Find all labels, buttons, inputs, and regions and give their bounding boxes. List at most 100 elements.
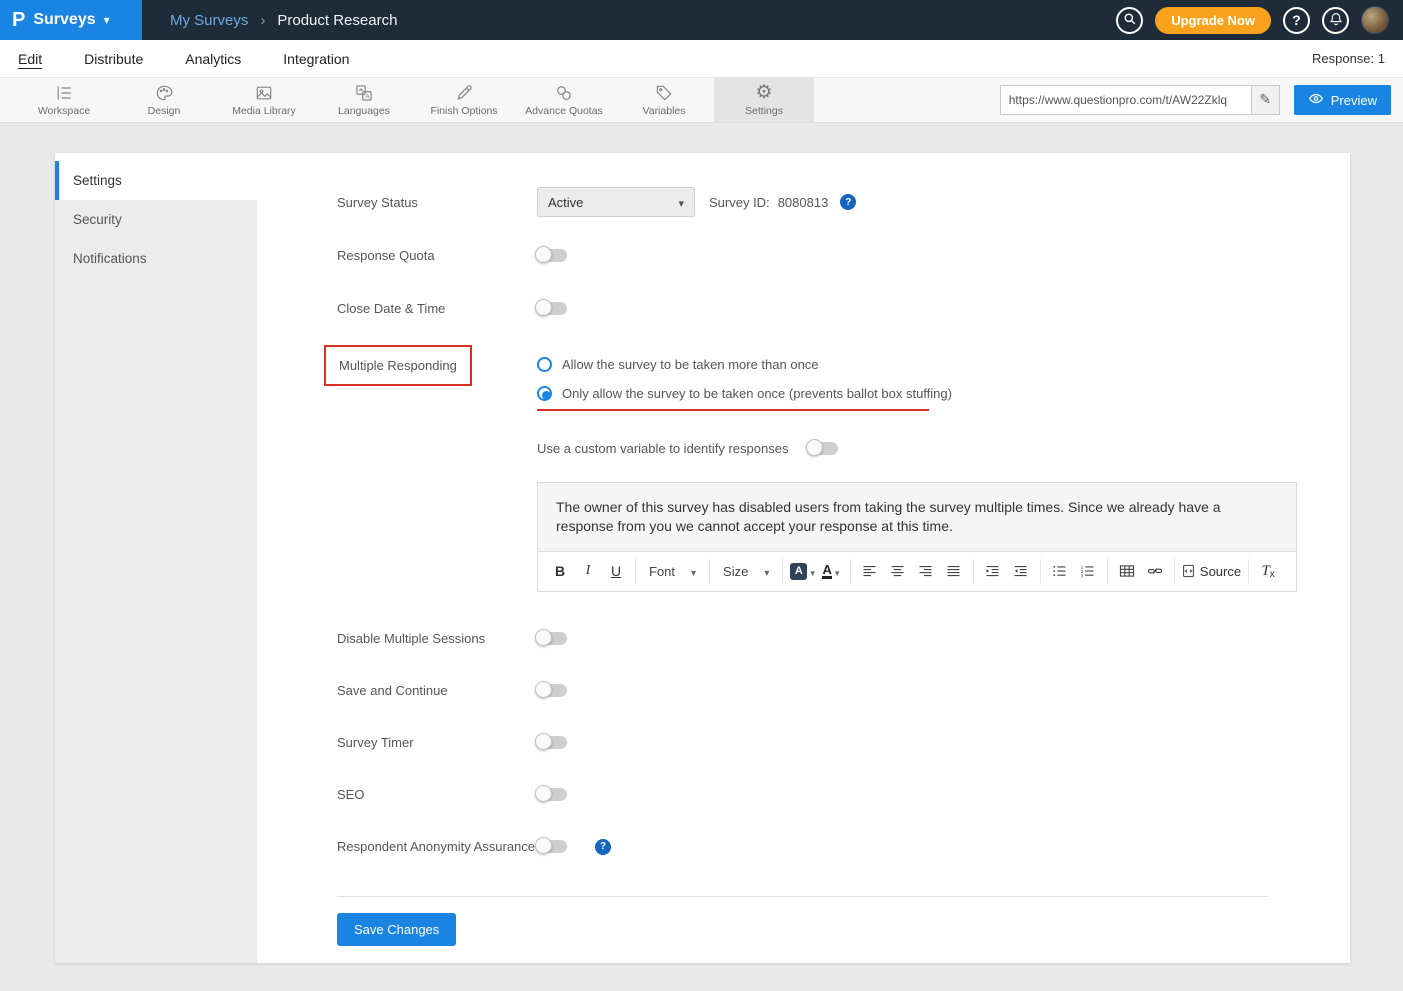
align-left-icon (862, 564, 877, 578)
seo-row: SEO (337, 780, 1350, 810)
toolbar-item-variables[interactable]: Variables (614, 78, 714, 122)
multiple-responding-label: Multiple Responding (339, 358, 457, 373)
survey-id-help-icon[interactable]: ? (840, 194, 856, 210)
upgrade-now-button[interactable]: Upgrade Now (1155, 7, 1271, 34)
notifications-button[interactable] (1322, 7, 1349, 34)
align-center-button[interactable] (886, 558, 910, 584)
toolbar-item-workspace[interactable]: Workspace (14, 78, 114, 122)
outdent-button[interactable] (1009, 558, 1033, 584)
insert-link-button[interactable] (1143, 558, 1167, 584)
numbered-list-button[interactable]: 123 (1076, 558, 1100, 584)
breadcrumb-separator-icon: › (260, 12, 265, 29)
align-right-button[interactable] (914, 558, 938, 584)
workspace-icon (53, 83, 75, 103)
anonymity-row: Respondent Anonymity Assurance ? (337, 832, 1350, 862)
survey-timer-row: Survey Timer (337, 728, 1350, 758)
survey-timer-label: Survey Timer (337, 735, 537, 750)
media-library-icon (253, 83, 275, 103)
save-changes-button[interactable]: Save Changes (337, 913, 456, 946)
toolbar-separator (635, 559, 636, 583)
edit-toolbar: Workspace Design Media Library A Languag… (0, 78, 1403, 123)
chevron-down-icon (691, 564, 696, 579)
font-dropdown[interactable]: Font (641, 564, 704, 579)
custom-variable-row: Use a custom variable to identify respon… (537, 441, 1350, 456)
indent-icon (985, 564, 1000, 578)
toggle-knob (535, 837, 552, 854)
link-icon (1147, 564, 1163, 578)
align-justify-button[interactable] (942, 558, 966, 584)
custom-variable-toggle[interactable] (808, 442, 838, 455)
top-header: P Surveys My Surveys › Product Research … (0, 0, 1403, 40)
breadcrumb-current-survey: Product Research (277, 12, 397, 29)
anonymity-toggle[interactable] (537, 840, 567, 853)
product-switcher[interactable]: P Surveys (0, 0, 142, 40)
toolbar-right: Preview (1000, 78, 1403, 122)
underline-button[interactable]: U (604, 558, 628, 584)
survey-id-label: Survey ID: (709, 195, 770, 210)
advance-quotas-icon (553, 83, 575, 103)
toolbar-item-finish-options[interactable]: Finish Options (414, 78, 514, 122)
user-avatar[interactable] (1361, 6, 1389, 34)
toolbar-separator (782, 559, 783, 583)
toolbar-item-advance-quotas[interactable]: Advance Quotas (514, 78, 614, 122)
toggle-knob (535, 785, 552, 802)
save-continue-toggle[interactable] (537, 684, 567, 697)
insert-table-button[interactable] (1115, 558, 1139, 584)
close-date-toggle[interactable] (537, 302, 567, 315)
text-color-button[interactable]: A (819, 558, 843, 584)
bell-icon (1328, 11, 1344, 30)
custom-variable-label: Use a custom variable to identify respon… (537, 441, 788, 456)
radio-selected-icon[interactable] (537, 386, 552, 401)
edit-url-button[interactable] (1251, 86, 1279, 114)
settings-sidebar: Settings Security Notifications (55, 153, 257, 963)
radio-option-allow-multiple[interactable]: Allow the survey to be taken more than o… (537, 357, 819, 372)
toolbar-item-design[interactable]: Design (114, 78, 214, 122)
help-button[interactable]: ? (1283, 7, 1310, 34)
numbered-list-icon: 123 (1080, 564, 1095, 578)
toolbar-item-languages[interactable]: A Languages (314, 78, 414, 122)
radio-option-only-once[interactable]: Only allow the survey to be taken once (… (537, 386, 952, 401)
sidebar-item-notifications[interactable]: Notifications (55, 239, 257, 278)
align-justify-icon (946, 564, 961, 578)
toggle-knob (806, 439, 823, 456)
save-continue-label: Save and Continue (337, 683, 537, 698)
remove-format-icon: T (1261, 563, 1269, 580)
disable-sessions-toggle[interactable] (537, 632, 567, 645)
editor-message-text[interactable]: The owner of this survey has disabled us… (538, 483, 1296, 551)
toggle-knob (535, 299, 552, 316)
tab-integration[interactable]: Integration (283, 47, 349, 71)
bullet-list-icon (1052, 564, 1067, 578)
bullet-list-button[interactable] (1048, 558, 1072, 584)
size-dropdown[interactable]: Size (715, 564, 777, 579)
tab-edit[interactable]: Edit (18, 47, 42, 71)
annotation-underline (537, 409, 929, 411)
survey-status-row: Survey Status Active Survey ID: 8080813 … (337, 187, 1350, 217)
anonymity-help-icon[interactable]: ? (595, 839, 611, 855)
bottom-toggles: Disable Multiple Sessions Save and Conti… (337, 624, 1350, 862)
toolbar-item-settings[interactable]: Settings (714, 78, 814, 122)
bold-button[interactable]: B (548, 558, 572, 584)
disable-sessions-row: Disable Multiple Sessions (337, 624, 1350, 654)
align-left-button[interactable] (858, 558, 882, 584)
radio-unselected-icon[interactable] (537, 357, 552, 372)
response-quota-toggle[interactable] (537, 249, 567, 262)
toolbar-item-media-library[interactable]: Media Library (214, 78, 314, 122)
breadcrumb-my-surveys[interactable]: My Surveys (170, 12, 248, 29)
survey-url-input[interactable] (1001, 86, 1251, 114)
background-color-button[interactable]: A (790, 558, 815, 584)
indent-button[interactable] (981, 558, 1005, 584)
search-button[interactable] (1116, 7, 1143, 34)
source-button[interactable]: Source (1182, 558, 1241, 584)
survey-timer-toggle[interactable] (537, 736, 567, 749)
preview-button[interactable]: Preview (1294, 85, 1391, 115)
finish-options-pen-icon (453, 83, 475, 103)
seo-toggle[interactable] (537, 788, 567, 801)
tab-distribute[interactable]: Distribute (84, 47, 143, 71)
tab-analytics[interactable]: Analytics (185, 47, 241, 71)
survey-status-select[interactable]: Active (537, 187, 695, 217)
italic-button[interactable]: I (576, 558, 600, 584)
remove-format-button[interactable]: T x (1256, 558, 1280, 584)
sidebar-item-security[interactable]: Security (55, 200, 257, 239)
sidebar-item-settings[interactable]: Settings (55, 161, 257, 200)
eye-icon (1308, 92, 1324, 108)
